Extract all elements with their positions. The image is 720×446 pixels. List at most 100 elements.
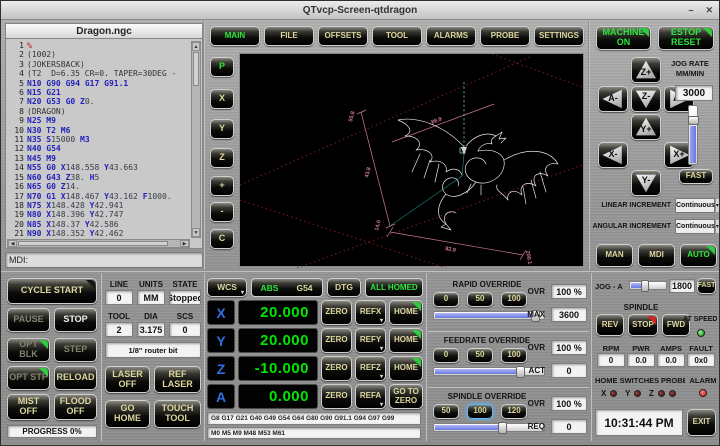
status-ref-laser-button[interactable]: REF LASER (154, 366, 201, 393)
preview-canvas[interactable]: 55.8 43.8 14.0 88.9 82.9 200.1 (239, 53, 584, 267)
titlebar: QTvcp-Screen-qtdragon – ✕ (1, 1, 719, 20)
probe-led (669, 390, 676, 397)
tab-offsets[interactable]: OFFSETS (318, 26, 368, 46)
clock-display: 10:31:44 PM (595, 409, 683, 436)
status-laser-off-button[interactable]: LASER OFF (105, 366, 150, 393)
override-btn-0[interactable]: 0 (433, 292, 459, 307)
preview-zoom-out-button[interactable]: - (210, 202, 234, 222)
tab-tool[interactable]: TOOL (372, 26, 422, 46)
wcs-button[interactable]: WCS▾ (207, 278, 247, 297)
jog-x-minus-button[interactable]: X- (598, 142, 628, 168)
tab-probe[interactable]: PROBE (480, 26, 530, 46)
gcode-line-number: 11 (7, 135, 24, 144)
angular-increment-select[interactable]: Continuous▾ (675, 219, 715, 234)
jog-y-plus-button[interactable]: Y+ (631, 114, 661, 140)
gcode-vscrollbar[interactable]: ▲▼ (191, 41, 201, 238)
dro-value-z: -10.000 (238, 356, 318, 381)
goto-zero-button[interactable]: GO TO ZERO (389, 384, 423, 409)
preview-clear-button[interactable]: C (210, 229, 234, 249)
override-btn-50[interactable]: 50 (433, 404, 459, 419)
mode-mdi-button[interactable]: MDI (638, 244, 675, 267)
program-opt-stp-button[interactable]: OPT STP (7, 366, 50, 390)
scroll-down-icon[interactable]: ▼ (192, 228, 200, 237)
zero-z-button[interactable]: ZERO (321, 356, 352, 381)
gcode-line-number: 20 (7, 220, 24, 229)
jog-rate-slider[interactable] (688, 105, 698, 165)
jog-a-minus-button[interactable]: A- (598, 86, 628, 112)
preview-x-view-button[interactable]: X (210, 89, 234, 109)
home-y-button[interactable]: HOME (389, 328, 423, 353)
ref-a-button[interactable]: REFA▾ (355, 384, 386, 409)
zero-a-button[interactable]: ZERO (321, 384, 352, 409)
override-btn-50[interactable]: 50 (467, 292, 493, 307)
gcode-line: 16N65 G0 Z14. (7, 182, 190, 191)
override-ovr-label: OVR (515, 343, 545, 353)
jog-a-slider[interactable] (629, 281, 667, 290)
status-touch-tool-button[interactable]: TOUCH TOOL (154, 400, 201, 428)
program-pause-button[interactable]: PAUSE (7, 308, 50, 332)
gcode-hscrollbar[interactable]: ◀▶ (7, 239, 190, 248)
home-x-button[interactable]: HOME (389, 300, 423, 325)
program-mist-off-button[interactable]: MIST OFF (7, 394, 50, 420)
jog-z-plus-button[interactable]: Z+ (631, 57, 661, 83)
override-btn-0[interactable]: 0 (433, 348, 459, 363)
program-cycle-start-button[interactable]: CYCLE START (7, 278, 97, 304)
program-flood-off-button[interactable]: FLOOD OFF (54, 394, 97, 420)
override-max-value: 3600 (551, 307, 587, 322)
spindle-stop-button[interactable]: STOP (628, 314, 658, 336)
scroll-thumb[interactable] (18, 241, 168, 246)
slider-handle[interactable] (641, 280, 649, 292)
gcode-line: 18N75 X148.428 Y42.941 (7, 201, 190, 210)
gcode-line: 19N80 X148.396 Y42.747 (7, 210, 190, 219)
jog-a-fast-button[interactable]: FAST (697, 278, 716, 294)
mdi-input[interactable]: MDI: (5, 252, 203, 268)
slider-handle[interactable] (498, 422, 507, 434)
tab-main[interactable]: MAIN (210, 26, 260, 46)
program-stop-button[interactable]: STOP (54, 308, 97, 332)
override-btn-100[interactable]: 100 (467, 404, 493, 419)
zero-x-button[interactable]: ZERO (321, 300, 352, 325)
gcode-lines[interactable]: 1%2(1002)3(JOKERSBACK)4(T2 D=6.35 CR=0. … (7, 41, 190, 238)
tab-settings[interactable]: SETTINGS (534, 26, 584, 46)
status-go-home-button[interactable]: GO HOME (105, 400, 150, 428)
gcode-line-text: N25 M9 (27, 116, 56, 125)
slider-fill (690, 126, 696, 163)
close-button[interactable]: ✕ (705, 5, 713, 16)
spindle-rev-button[interactable]: REV (596, 314, 624, 336)
machine-on-button[interactable]: MACHINE ON (596, 26, 651, 50)
preview-y-view-button[interactable]: Y (210, 119, 234, 139)
minimize-button[interactable]: – (688, 5, 693, 15)
mode-man-button[interactable]: MAN (596, 244, 633, 267)
estop-reset-button[interactable]: ESTOP RESET (658, 26, 714, 50)
jog-rate-value[interactable]: 3000 (675, 85, 713, 101)
program-step-button[interactable]: STEP (54, 338, 97, 362)
scroll-left-icon[interactable]: ◀ (8, 240, 17, 247)
preview-perspective-button[interactable]: P (210, 57, 234, 77)
jog-fast-button[interactable]: FAST (679, 169, 713, 184)
zero-y-button[interactable]: ZERO (321, 328, 352, 353)
slider-handle[interactable] (688, 116, 699, 125)
jog-z-minus-button[interactable]: Z- (631, 86, 661, 112)
override-btn-50[interactable]: 50 (467, 348, 493, 363)
exit-button[interactable]: EXIT (687, 409, 716, 436)
scroll-thumb[interactable] (193, 52, 199, 86)
linear-increment-select[interactable]: Continuous▾ (675, 198, 715, 213)
tab-alarms[interactable]: ALARMS (426, 26, 476, 46)
ref-y-button[interactable]: REFY▾ (355, 328, 386, 353)
jog-y-minus-button[interactable]: Y- (631, 170, 661, 196)
jog-a-value[interactable]: 1800 (669, 279, 695, 293)
program-reload-button[interactable]: RELOAD (54, 366, 97, 390)
dimension-labels: 55.8 43.8 14.0 88.9 82.9 200.1 (348, 111, 532, 265)
scroll-up-icon[interactable]: ▲ (192, 42, 200, 51)
ref-z-button[interactable]: REFZ▾ (355, 356, 386, 381)
tab-file[interactable]: FILE (264, 26, 314, 46)
preview-z-view-button[interactable]: Z (210, 148, 234, 168)
program-opt-blk-button[interactable]: OPT BLK (7, 338, 50, 362)
mode-auto-button[interactable]: AUTO (680, 244, 717, 267)
scroll-right-icon[interactable]: ▶ (180, 240, 189, 247)
ref-x-button[interactable]: REFX▾ (355, 300, 386, 325)
dtg-button[interactable]: DTG (327, 278, 361, 297)
home-z-button[interactable]: HOME (389, 356, 423, 381)
preview-zoom-in-button[interactable]: + (210, 176, 234, 196)
gcode-line-text: (1002) (27, 50, 56, 59)
